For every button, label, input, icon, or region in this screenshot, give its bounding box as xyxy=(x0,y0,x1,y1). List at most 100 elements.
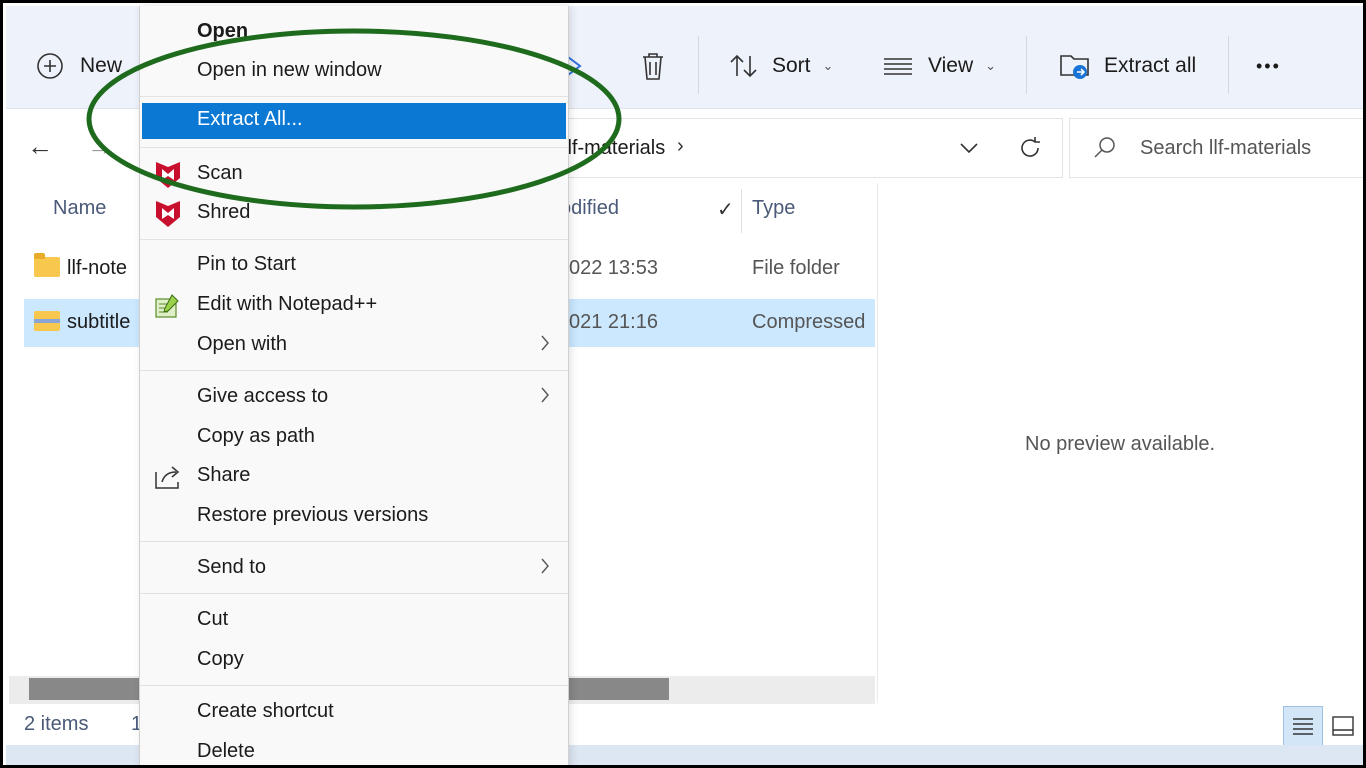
menu-separator xyxy=(140,370,568,371)
zip-folder-icon xyxy=(34,311,60,331)
chevron-down-icon[interactable] xyxy=(959,141,979,155)
menu-item-send-to[interactable]: Send to xyxy=(142,550,566,588)
menu-item-label: Restore previous versions xyxy=(197,504,429,526)
menu-item-copy[interactable]: Copy xyxy=(142,642,566,680)
sort-arrows-icon xyxy=(730,54,757,78)
file-date: 021 21:16 xyxy=(569,311,658,333)
file-date: 022 13:53 xyxy=(569,257,658,279)
menu-item-label: Copy xyxy=(197,648,244,670)
menu-item-pin-to-start[interactable]: Pin to Start xyxy=(142,247,566,285)
menu-separator xyxy=(140,147,568,148)
menu-item-open[interactable]: Open xyxy=(142,14,566,52)
mcafee-shield-icon xyxy=(156,162,180,188)
sort-label: Sort xyxy=(772,54,811,77)
preview-view-button[interactable] xyxy=(1323,706,1363,746)
preview-empty-text: No preview available. xyxy=(1025,433,1216,455)
sort-button[interactable]: Sort ⌄ xyxy=(728,46,833,86)
toolbar-separator xyxy=(698,36,699,94)
menu-item-shred[interactable]: Shred xyxy=(142,195,566,233)
view-button[interactable]: View ⌄ xyxy=(882,46,996,86)
checkmark-icon: ✓ xyxy=(717,199,734,221)
search-box[interactable]: Search llf-materials xyxy=(1069,118,1363,178)
menu-item-open-with[interactable]: Open with xyxy=(142,327,566,365)
menu-item-copy-as-path[interactable]: Copy as path xyxy=(142,419,566,457)
pane-divider xyxy=(877,183,878,703)
menu-item-cut[interactable]: Cut xyxy=(142,602,566,640)
more-icon: ••• xyxy=(1256,55,1281,76)
delete-button[interactable] xyxy=(638,46,668,86)
menu-item-label: Delete xyxy=(197,740,255,762)
column-divider xyxy=(741,189,742,233)
column-header-type[interactable]: Type xyxy=(752,197,795,220)
file-name: subtitle xyxy=(67,311,131,333)
menu-separator xyxy=(140,239,568,240)
menu-separator xyxy=(140,96,568,97)
menu-separator xyxy=(140,593,568,594)
context-menu: Open Open in new window Extract All... S… xyxy=(139,6,569,765)
menu-item-label: Scan xyxy=(197,162,243,184)
menu-item-delete[interactable]: Delete xyxy=(142,734,566,765)
menu-item-label: Extract All... xyxy=(197,108,303,130)
preview-pane-icon xyxy=(1332,716,1354,736)
details-view-icon xyxy=(1293,718,1313,735)
menu-separator xyxy=(140,541,568,542)
trash-icon xyxy=(643,53,663,80)
extract-all-button[interactable]: Extract all xyxy=(1058,46,1196,86)
menu-item-scan[interactable]: Scan xyxy=(142,156,566,194)
extract-all-label: Extract all xyxy=(1104,54,1197,77)
chevron-right-icon xyxy=(541,558,549,574)
menu-item-label: Send to xyxy=(197,556,266,578)
menu-item-label: Create shortcut xyxy=(197,700,334,722)
breadcrumb-chevron-icon[interactable]: › xyxy=(677,135,684,158)
menu-item-open-new-window[interactable]: Open in new window xyxy=(142,53,566,91)
back-arrow-icon[interactable]: ← xyxy=(27,131,53,162)
status-item-count: 2 items xyxy=(24,713,89,735)
address-bar[interactable]: llf-materials › xyxy=(563,118,1063,178)
menu-item-label: Cut xyxy=(197,608,229,630)
menu-item-create-shortcut[interactable]: Create shortcut xyxy=(142,694,566,732)
chevron-down-icon: ⌄ xyxy=(822,58,834,73)
menu-item-label: Open xyxy=(197,20,249,42)
forward-arrow-icon[interactable]: → xyxy=(87,131,113,162)
extract-folder-icon xyxy=(1060,55,1089,79)
plus-circle-icon xyxy=(37,53,63,79)
menu-item-label: Share xyxy=(197,464,251,486)
address-path-segment[interactable]: llf-materials xyxy=(563,137,665,160)
new-label: New xyxy=(80,54,123,77)
chevron-down-icon: ⌄ xyxy=(985,58,997,73)
new-button[interactable]: New xyxy=(36,46,122,86)
share-icon xyxy=(155,466,180,489)
menu-item-edit-notepad[interactable]: Edit with Notepad++ xyxy=(142,287,566,325)
details-view-button[interactable] xyxy=(1283,706,1323,746)
menu-item-label: Give access to xyxy=(197,385,329,407)
toolbar-separator xyxy=(1026,36,1027,94)
explorer-window: New Sort ⌄ View ⌄ Extract all ••• ← → ll… xyxy=(0,0,1366,768)
menu-item-extract-all[interactable]: Extract All... xyxy=(142,103,566,139)
refresh-icon[interactable] xyxy=(1017,135,1043,161)
menu-item-label: Open in new window xyxy=(197,59,382,81)
menu-item-restore-versions[interactable]: Restore previous versions xyxy=(142,498,566,536)
menu-separator xyxy=(140,685,568,686)
more-options-button[interactable]: ••• xyxy=(1256,46,1281,86)
menu-item-share[interactable]: Share xyxy=(142,458,566,496)
search-placeholder: Search llf-materials xyxy=(1140,137,1312,159)
mcafee-shield-icon xyxy=(156,201,180,227)
menu-item-label: Open with xyxy=(197,333,288,355)
file-name: llf-note xyxy=(67,257,128,279)
menu-item-give-access[interactable]: Give access to xyxy=(142,379,566,417)
menu-item-label: Edit with Notepad++ xyxy=(197,293,378,315)
chevron-right-icon xyxy=(541,387,549,403)
search-icon xyxy=(1094,137,1115,158)
notepad-plus-plus-icon xyxy=(155,294,179,318)
column-header-name[interactable]: Name xyxy=(53,197,106,220)
menu-item-label: Pin to Start xyxy=(197,253,296,275)
toolbar-separator xyxy=(1228,36,1229,94)
view-lines-icon xyxy=(884,58,912,75)
file-type: File folder xyxy=(752,257,840,279)
chevron-right-icon xyxy=(541,335,549,351)
menu-item-label: Shred xyxy=(197,201,251,223)
folder-icon xyxy=(34,253,60,277)
menu-item-label: Copy as path xyxy=(197,425,315,447)
file-type: Compressed xyxy=(752,311,866,333)
view-label: View xyxy=(928,54,974,77)
